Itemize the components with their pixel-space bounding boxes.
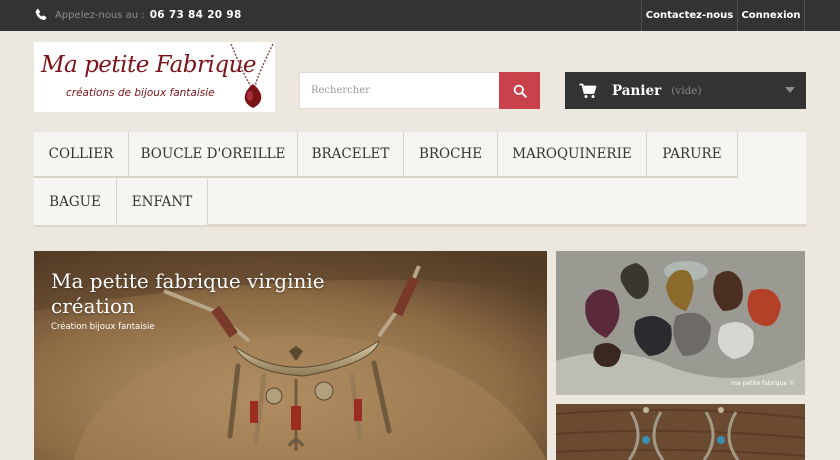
- top-bar: Appelez-nous au : 06 73 84 20 98 Contact…: [0, 0, 840, 31]
- search-input[interactable]: [299, 72, 499, 109]
- site-logo[interactable]: Ma petite Fabrique créations de bijoux f…: [34, 42, 275, 112]
- contact-link[interactable]: Contactez-nous: [641, 0, 737, 31]
- phone-label: Appelez-nous au :: [55, 9, 145, 21]
- logo-title: Ma petite Fabrique: [41, 52, 257, 78]
- pendant-necklace-icon: [230, 43, 274, 108]
- shopping-cart-icon: [579, 83, 597, 98]
- cart-status: (vide): [671, 84, 702, 97]
- earrings-photo: [556, 404, 805, 460]
- cart-button[interactable]: Panier (vide): [565, 72, 806, 109]
- search-button[interactable]: [499, 72, 540, 109]
- nav-item-collier[interactable]: COLLIER: [34, 132, 129, 178]
- nav-item-broche[interactable]: BROCHE: [404, 132, 498, 178]
- hero-slider[interactable]: Ma petite fabrique virginie création Cré…: [34, 251, 547, 460]
- logo-subtitle: créations de bijoux fantaisie: [66, 87, 215, 99]
- slide-title: Ma petite fabrique virginie création: [51, 269, 325, 318]
- promo-banner-earrings[interactable]: [556, 404, 805, 460]
- nav-item-maroquinerie[interactable]: MAROQUINERIE: [498, 132, 647, 178]
- search-icon: [513, 84, 527, 98]
- leather-pouches-photo: [556, 251, 805, 395]
- nav-item-parure[interactable]: PARURE: [647, 132, 738, 178]
- nav-item-enfant[interactable]: ENFANT: [117, 179, 208, 225]
- nav-item-bracelet[interactable]: BRACELET: [298, 132, 404, 178]
- nav-item-boucle-oreille[interactable]: BOUCLE D'OREILLE: [129, 132, 298, 178]
- nav-item-bague[interactable]: BAGUE: [34, 179, 117, 225]
- phone-contact: Appelez-nous au : 06 73 84 20 98: [34, 6, 242, 24]
- cart-label: Panier: [612, 82, 662, 99]
- main-nav: COLLIER BOUCLE D'OREILLE BRACELET BROCHE…: [34, 132, 806, 227]
- promo-banner-pouches[interactable]: ma petite fabrique ©: [556, 251, 805, 395]
- phone-number: 06 73 84 20 98: [149, 9, 242, 21]
- phone-icon: [35, 8, 47, 21]
- cart-icon-wrap: [579, 83, 597, 99]
- login-link[interactable]: Connexion: [737, 0, 805, 31]
- slide-subtitle: Création bijoux fantaisie: [51, 322, 155, 332]
- banner-caption: ma petite fabrique ©: [731, 380, 795, 387]
- chevron-down-icon: [785, 87, 795, 93]
